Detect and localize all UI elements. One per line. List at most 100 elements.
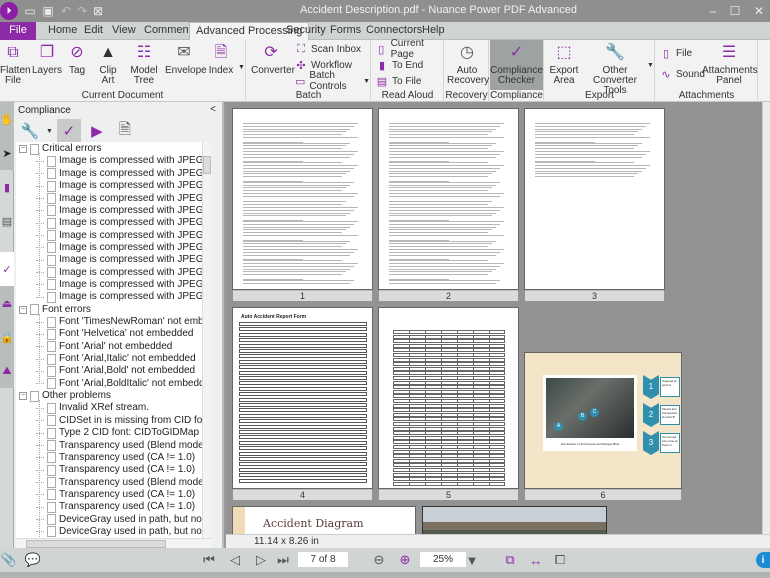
- read-to-file-button[interactable]: ▤ To File: [376, 74, 422, 88]
- redo-icon[interactable]: ↷: [74, 3, 90, 19]
- scan-inbox-button[interactable]: ⛶ Scan Inbox: [295, 42, 361, 56]
- tree-item[interactable]: Image is compressed with JPEG2000: [36, 279, 212, 291]
- page-thumbnail[interactable]: A B C Intersection of 3rd Avenue and Morgan…: [524, 352, 682, 500]
- tree-item[interactable]: Transparency used (CA != 1.0): [36, 489, 195, 501]
- tree-item[interactable]: Font 'Arial,Italic' not embedded: [36, 353, 196, 365]
- tab-view[interactable]: View: [106, 22, 142, 40]
- tree-item[interactable]: Image is compressed with JPEG2000: [36, 192, 212, 205]
- info-icon[interactable]: i: [756, 552, 770, 568]
- batch-controls-button[interactable]: ▭ Batch Controls ▼: [295, 70, 370, 92]
- previous-page-button[interactable]: ◁: [228, 551, 242, 569]
- tree-item[interactable]: Font 'Arial' not embedded: [36, 341, 172, 353]
- zoom-dropdown-icon[interactable]: ▼: [466, 551, 479, 569]
- tree-item[interactable]: DeviceGray used in path, but no OutputIn…: [36, 526, 212, 538]
- tree-item[interactable]: Image is compressed with JPEG2000: [36, 291, 212, 303]
- tree-item[interactable]: CIDSet in is missing from CID font subse…: [36, 415, 212, 427]
- minimize-button[interactable]: –: [702, 2, 724, 20]
- auto-recovery-button[interactable]: ◷ Auto Recovery: [447, 42, 489, 86]
- attach-sound-button[interactable]: ∿ Sound: [660, 67, 705, 81]
- save-icon[interactable]: ▣: [40, 3, 56, 19]
- scroll-thumb[interactable]: [26, 540, 166, 548]
- tree-item[interactable]: Image is compressed with JPEG2000: [36, 180, 212, 192]
- bookmarks-panel-icon[interactable]: ▤: [0, 204, 14, 238]
- zoom-out-icon[interactable]: ⊖: [370, 551, 388, 569]
- fit-width-icon[interactable]: ↔: [526, 551, 546, 569]
- other-tools-dropdown-icon[interactable]: ▼: [647, 62, 654, 69]
- read-to-end-button[interactable]: ▮ To End: [376, 58, 423, 72]
- tree-item[interactable]: Image is compressed with JPEG2000: [36, 168, 212, 180]
- customize-quick-access-icon[interactable]: ⊠: [90, 3, 106, 19]
- last-page-button[interactable]: ⏭: [276, 551, 290, 569]
- page-number-field[interactable]: 7 of 8: [298, 552, 348, 567]
- tag-button[interactable]: ⊘ Tag: [66, 42, 88, 76]
- page-thumbnail[interactable]: 1: [232, 108, 373, 301]
- fit-page-icon[interactable]: ⧉: [500, 551, 520, 569]
- tree-item[interactable]: Transparency used (CA != 1.0): [36, 501, 195, 513]
- attachments-panel-button[interactable]: ☰ Attachments Panel: [702, 42, 758, 86]
- page-thumbnail[interactable]: 2: [378, 108, 519, 301]
- attachment-icon[interactable]: 📎: [1, 551, 17, 569]
- page-thumbnail[interactable]: Auto Accident Report Form 4: [232, 307, 373, 500]
- tab-edit[interactable]: Edit: [78, 22, 109, 40]
- tab-file[interactable]: File: [0, 22, 36, 40]
- flatten-file-button[interactable]: ⧉ Flatten File: [0, 42, 31, 86]
- tree-item[interactable]: DeviceGray used in path, but no OutputIn…: [36, 514, 212, 526]
- document-viewport[interactable]: 1 2 3 Auto Accident Report Form 4 5 A B C Interse…: [226, 102, 770, 534]
- next-page-button[interactable]: ▷: [254, 551, 268, 569]
- tree-item[interactable]: Type 2 CID font: CIDToGIDMap invalid or …: [36, 427, 212, 439]
- tree-horizontal-scrollbar[interactable]: [16, 538, 212, 548]
- page-thumbnail[interactable]: 3: [524, 108, 665, 301]
- page-thumbnail[interactable]: 5: [378, 307, 519, 500]
- select-tool-icon[interactable]: ➤: [0, 136, 14, 170]
- tree-item[interactable]: Image is compressed with JPEG2000: [36, 205, 212, 217]
- comments-icon[interactable]: 💬: [22, 551, 44, 569]
- tree-item[interactable]: Image is compressed with JPEG2000: [36, 267, 212, 279]
- pages-panel-icon[interactable]: ▮: [0, 170, 14, 204]
- first-page-button[interactable]: ⏮: [202, 551, 216, 569]
- attach-file-button[interactable]: ▯ File: [660, 46, 692, 60]
- tree-item[interactable]: Image is compressed with JPEG2000: [36, 242, 212, 254]
- stamp-panel-icon[interactable]: ⏏: [0, 286, 14, 320]
- tree-group[interactable]: − Font errors: [19, 304, 91, 316]
- envelope-button[interactable]: ✉ Envelope: [165, 42, 207, 76]
- compliance-tree[interactable]: − Critical errors Image is compressed with…: [16, 142, 212, 538]
- tree-item[interactable]: Font 'Helvetica' not embedded: [36, 328, 193, 340]
- close-button[interactable]: ✕: [748, 2, 770, 20]
- more-dropdown-icon[interactable]: ▼: [238, 64, 245, 71]
- run-fix-icon[interactable]: ▶: [85, 119, 109, 143]
- open-icon[interactable]: ▭: [22, 3, 38, 19]
- tree-item[interactable]: Transparency used (Blend mode=multiply: [36, 476, 212, 489]
- undo-icon[interactable]: ↶: [58, 3, 74, 19]
- options-dropdown-icon[interactable]: ▼: [46, 128, 53, 135]
- tree-item[interactable]: Transparency used (CA != 1.0): [36, 452, 195, 464]
- report-icon[interactable]: 🗎: [113, 119, 137, 143]
- tree-item[interactable]: Image is compressed with JPEG2000: [36, 217, 212, 229]
- page-thumbnail[interactable]: [422, 506, 607, 534]
- tree-item[interactable]: Font 'Arial,Bold' not embedded: [36, 365, 195, 377]
- clip-art-button[interactable]: ▲ Clip Art: [92, 42, 124, 86]
- collapse-toggle-icon[interactable]: −: [19, 145, 27, 154]
- model-tree-button[interactable]: ☷ Model Tree: [130, 42, 158, 86]
- tree-group[interactable]: − Other problems: [19, 390, 111, 402]
- full-screen-icon[interactable]: ⧠: [550, 551, 570, 569]
- tree-item[interactable]: Image is compressed with JPEG2000: [36, 254, 212, 266]
- page-thumbnail[interactable]: Accident Diagram: [232, 506, 416, 534]
- check-compliance-icon[interactable]: ✓: [56, 119, 81, 143]
- tree-group[interactable]: − Critical errors: [19, 143, 101, 155]
- zoom-in-icon[interactable]: ⊕: [396, 551, 414, 569]
- collapse-toggle-icon[interactable]: −: [19, 392, 27, 401]
- tree-item[interactable]: Invalid XRef stream.: [36, 402, 149, 414]
- tree-item[interactable]: Font 'TimesNewRoman' not embedded: [36, 316, 212, 328]
- security-panel-icon[interactable]: 🔒: [0, 320, 14, 354]
- clip-art-panel-icon[interactable]: ⛰: [0, 354, 14, 388]
- tree-item[interactable]: Image is compressed with JPEG2000: [36, 155, 212, 167]
- index-button[interactable]: 🗎 Index: [208, 42, 234, 76]
- maximize-button[interactable]: ☐: [724, 2, 746, 20]
- compliance-panel-icon[interactable]: ✓: [0, 252, 14, 286]
- compliance-checker-button[interactable]: ✓ Compliance Checker: [490, 40, 543, 90]
- viewport-vertical-scrollbar[interactable]: [762, 102, 770, 534]
- scroll-thumb[interactable]: [203, 156, 211, 174]
- hand-tool-icon[interactable]: ✋: [0, 102, 14, 136]
- export-area-button[interactable]: ⬚ Export Area: [549, 42, 579, 86]
- tree-item[interactable]: Transparency used (Blend mode=multiply: [36, 439, 212, 452]
